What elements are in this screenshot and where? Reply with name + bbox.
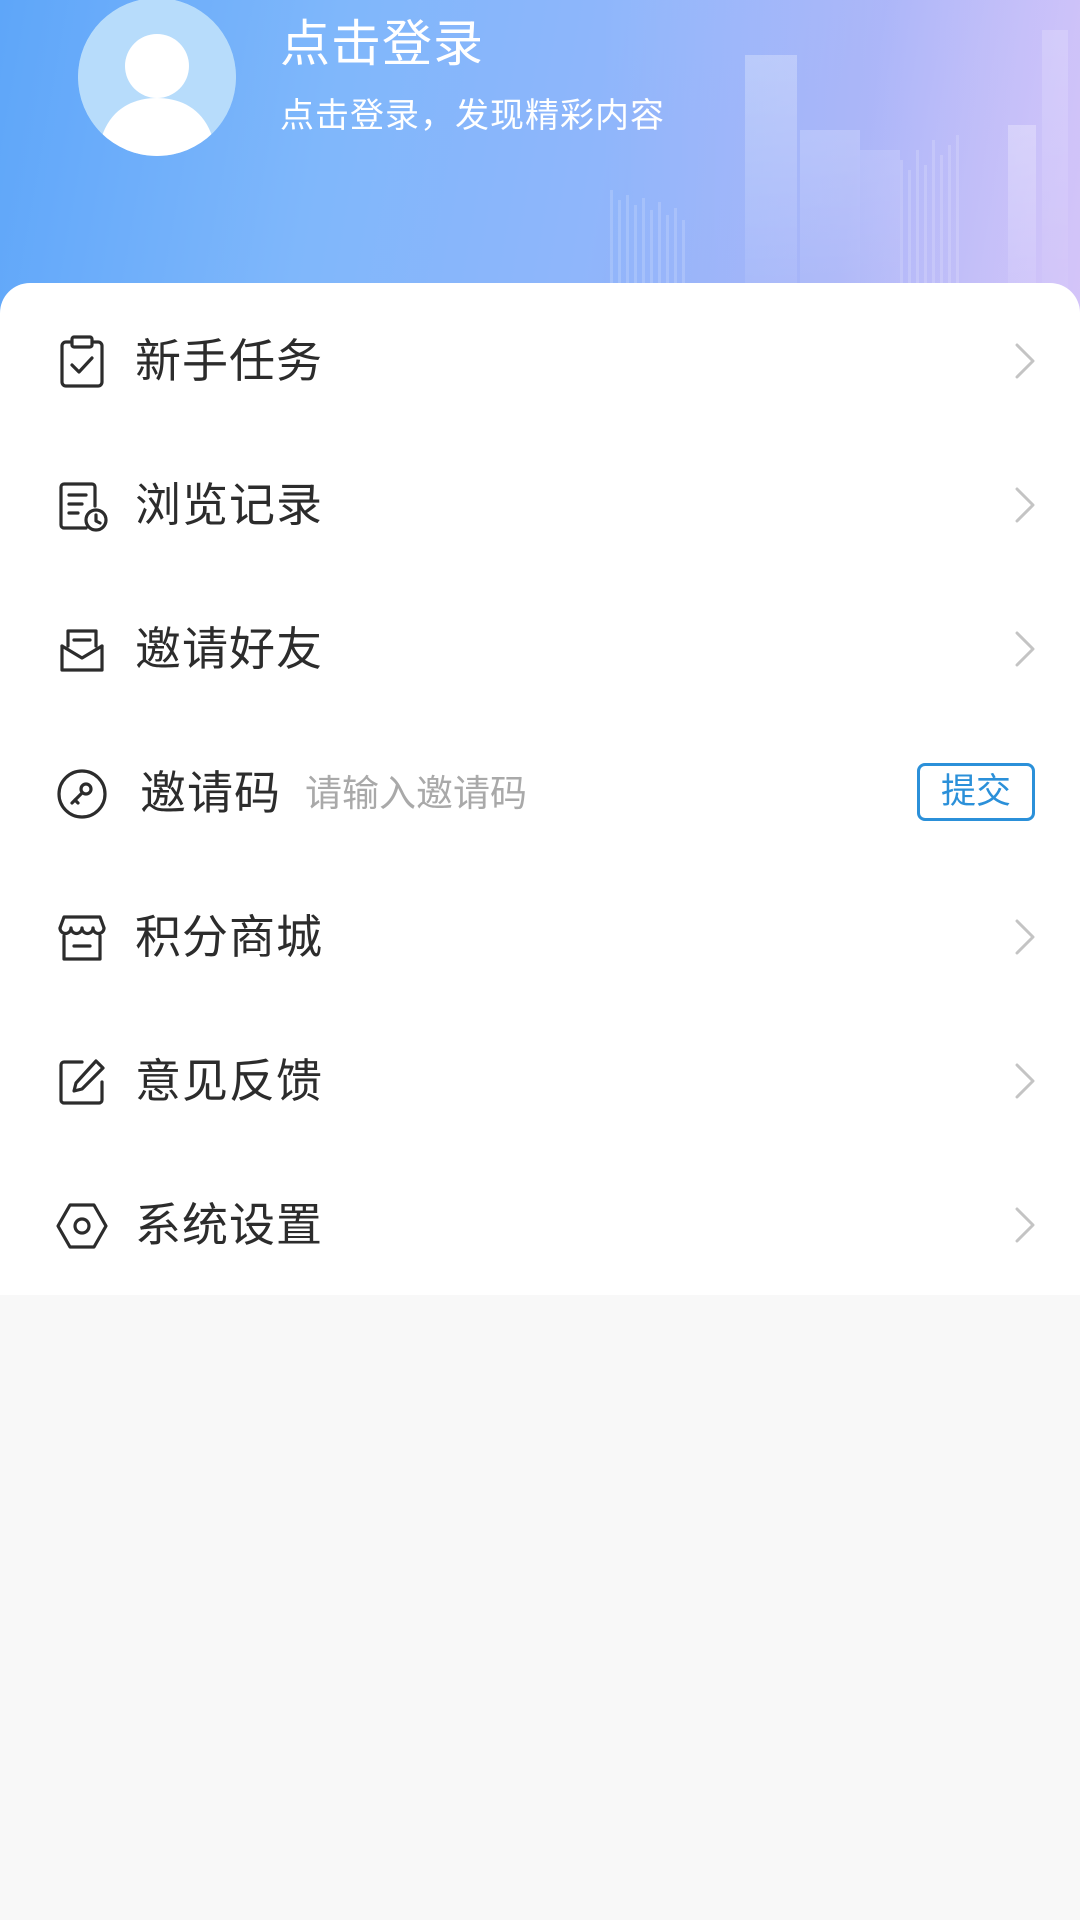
default-user-avatar-icon [78,0,236,156]
menu-item-label: 系统设置 [135,1198,323,1252]
menu-item-label: 浏览记录 [135,478,323,532]
profile-header: 点击登录 点击登录，发现精彩内容 [0,0,1080,320]
menu-item-invite-friends[interactable]: 邀请好友 [0,577,1080,721]
menu-item-label: 邀请好友 [135,622,323,676]
avatar[interactable] [78,0,236,156]
chevron-right-icon [1012,1061,1038,1101]
menu-item-newbie-tasks[interactable]: 新手任务 [0,289,1080,433]
storefront-icon [54,910,110,966]
menu-item-invite-code: 邀请码 提交 [0,721,1080,865]
chevron-right-icon [1012,917,1038,957]
profile-page: 点击登录 点击登录，发现精彩内容 新手任务 浏览记录 邀请好友 邀请码 请输入邀… [0,0,1080,1920]
menu-item-feedback[interactable]: 意见反馈 [0,1009,1080,1153]
envelope-icon [54,622,110,678]
chevron-right-icon [1012,341,1038,381]
menu-list: 新手任务 浏览记录 邀请好友 邀请码 请输入邀请码 提交 积分商城 意见反馈 系… [0,283,1080,1295]
chevron-right-icon [1012,485,1038,525]
invite-code-label: 邀请码 [140,766,281,820]
chevron-right-icon [1012,629,1038,669]
chevron-right-icon [1012,1205,1038,1245]
menu-item-label: 意见反馈 [135,1054,323,1108]
key-circle-icon [54,766,110,822]
document-clock-icon [54,478,110,534]
menu-item-points-mall[interactable]: 积分商城 [0,865,1080,1009]
empty-background [0,1295,1080,1920]
edit-square-icon [54,1054,110,1110]
menu-item-label: 新手任务 [135,334,323,388]
menu-item-settings[interactable]: 系统设置 [0,1153,1080,1297]
login-title[interactable]: 点击登录 [280,12,484,76]
menu-item-label: 积分商城 [135,910,323,964]
invite-code-input[interactable] [305,763,885,823]
clipboard-check-icon [54,334,110,390]
hexagon-gear-icon [54,1198,110,1254]
submit-button[interactable]: 提交 [917,763,1035,821]
login-subtitle: 点击登录，发现精彩内容 [280,96,665,136]
menu-item-browse-history[interactable]: 浏览记录 [0,433,1080,577]
